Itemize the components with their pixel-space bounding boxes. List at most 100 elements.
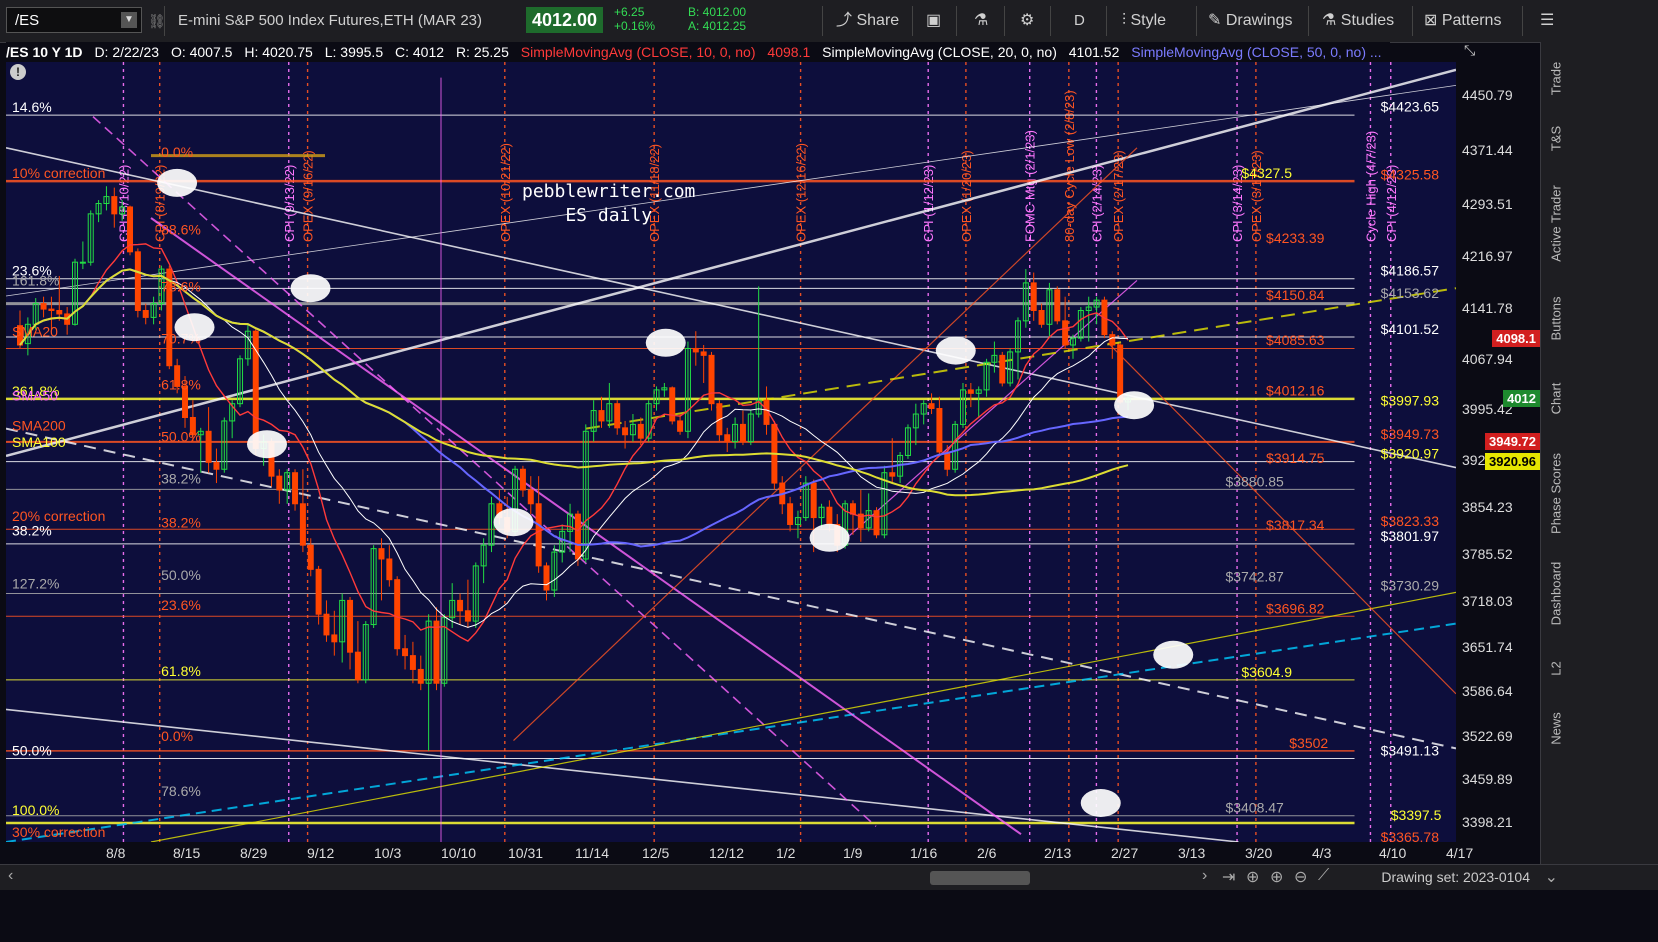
level-label-right: $4150.84 bbox=[1266, 287, 1325, 303]
chart-scrollbar[interactable] bbox=[930, 871, 1030, 885]
side-tab[interactable]: Active Trader bbox=[1541, 172, 1571, 276]
drawings-button[interactable]: ✎ Drawings bbox=[1208, 0, 1293, 42]
alert-icon[interactable]: ! bbox=[10, 64, 26, 80]
date-tick-label: 10/3 bbox=[374, 845, 402, 861]
bar-date: D: 2/22/23 bbox=[94, 44, 160, 60]
level-label-right: $4101.52 bbox=[1381, 321, 1440, 337]
draw-line-icon[interactable]: ⟋ bbox=[1318, 867, 1329, 885]
side-tab-label: Active Trader bbox=[1548, 185, 1564, 262]
date-tick-label: 2/6 bbox=[977, 845, 997, 861]
symbol-input[interactable]: /ES ▼ bbox=[6, 7, 142, 33]
side-tab[interactable]: Chart bbox=[1541, 362, 1571, 436]
date-tick-label: 10/10 bbox=[441, 845, 477, 861]
patterns-button[interactable]: ⊠ Patterns bbox=[1424, 0, 1501, 42]
level-label-right: $4153.62 bbox=[1381, 285, 1440, 301]
level-label-right: $3502 bbox=[1289, 735, 1328, 751]
level-label-right: $4325.58 bbox=[1381, 166, 1440, 182]
chart-bottom-bar: ‹ › ⇥ ⊕ ⊕ ⊖ ⟋ Drawing set: 2023-0104 ⌄ bbox=[0, 864, 1658, 891]
zoom-in-icon[interactable]: ⊕ bbox=[1270, 867, 1283, 887]
fib-label: 61.8% bbox=[161, 663, 201, 679]
candle-body bbox=[307, 544, 314, 570]
date-tick-label: 12/12 bbox=[709, 845, 745, 861]
chevron-left-icon[interactable]: ‹ bbox=[8, 867, 13, 885]
candle-body bbox=[394, 579, 401, 650]
price-chart: CPI (8/10/22) CPI (8/19/22) CPI (9/13/22) O… bbox=[6, 62, 1456, 842]
watermark-site: pebblewriter.com bbox=[522, 181, 696, 202]
level-label-right: $3997.93 bbox=[1381, 393, 1440, 409]
candle-body bbox=[692, 347, 699, 353]
candle-body bbox=[205, 430, 212, 463]
footer-blank bbox=[0, 890, 1658, 942]
chart-watermark: pebblewriter.com ES daily bbox=[522, 180, 695, 228]
event-label: OPEX (9/16/22) bbox=[301, 150, 316, 242]
gear-icon[interactable]: ⚙ bbox=[1020, 0, 1034, 42]
date-tick-label: 1/2 bbox=[776, 845, 796, 861]
candle-body bbox=[79, 261, 86, 264]
expand-icon[interactable]: ⤡ bbox=[1464, 42, 1475, 59]
chevron-down-icon[interactable]: ▼ bbox=[121, 12, 137, 28]
candle-body bbox=[849, 503, 856, 515]
side-tab[interactable]: T&S bbox=[1541, 112, 1571, 166]
fib-label: 38.2% bbox=[161, 515, 201, 531]
time-axis[interactable]: 8/8 8/15 8/29 9/12 10/3 10/10 10/31 11/14 12/5 12… bbox=[6, 842, 1540, 864]
candle-body bbox=[292, 472, 299, 505]
period-button[interactable]: D bbox=[1074, 0, 1085, 42]
date-tick-label: 3/13 bbox=[1178, 845, 1206, 861]
share-icon: ⤴ bbox=[836, 12, 853, 29]
patterns-label: Patterns bbox=[1441, 12, 1502, 29]
level-label-right: $3730.29 bbox=[1381, 577, 1440, 593]
candle-body bbox=[111, 196, 118, 215]
sma10-legend[interactable]: SimpleMovingAvg (CLOSE, 10, 0, no) bbox=[521, 44, 756, 60]
price-axis[interactable]: 4450.79 4371.44 4293.51 4216.97 4141.78 4067.… bbox=[1456, 62, 1540, 842]
chart-plot-area[interactable]: CPI (8/10/22) CPI (8/19/22) CPI (9/13/22) O… bbox=[6, 62, 1456, 842]
chevron-down-icon[interactable]: ⌄ bbox=[1545, 867, 1558, 887]
level-label-left: SMA100 bbox=[12, 434, 66, 450]
toolbar-divider bbox=[1004, 6, 1005, 36]
date-tick-label: 1/16 bbox=[910, 845, 938, 861]
date-tick-label: 2/27 bbox=[1111, 845, 1139, 861]
toolbar-divider bbox=[1106, 6, 1107, 36]
fib-label: 50.0% bbox=[161, 428, 201, 444]
instrument-title: E-mini S&P 500 Index Futures,ETH (MAR 23… bbox=[178, 12, 482, 29]
sma20-value: 4101.52 bbox=[1068, 44, 1120, 60]
candle-body bbox=[598, 410, 605, 422]
candle-style-icon: ⫶ bbox=[1122, 12, 1127, 29]
event-label: CPI (2/14/23) bbox=[1089, 165, 1104, 242]
candle-body bbox=[1030, 282, 1037, 311]
level-label-right: $3949.73 bbox=[1381, 426, 1440, 442]
price-tick-label: 4371.44 bbox=[1462, 141, 1513, 158]
sma20-legend[interactable]: SimpleMovingAvg (CLOSE, 20, 0, no) bbox=[822, 44, 1057, 60]
sma10-value: 4098.1 bbox=[767, 44, 811, 60]
snapshot-icon[interactable]: ▣ bbox=[926, 0, 941, 42]
zoom-out-icon[interactable]: ⊖ bbox=[1294, 867, 1307, 887]
price-change: +6.25 +0.16% bbox=[614, 5, 655, 33]
sma50-legend[interactable]: SimpleMovingAvg (CLOSE, 50, 0, no) ... bbox=[1131, 44, 1381, 60]
candle-body bbox=[873, 510, 880, 536]
top-toolbar: /ES ▼ ⛓ E-mini S&P 500 Index Futures,ETH… bbox=[0, 0, 1658, 43]
level-label-right: $3365.78 bbox=[1381, 829, 1440, 842]
price-tick-label: 3398.21 bbox=[1462, 813, 1513, 830]
pan-right-icon[interactable]: ⇥ bbox=[1222, 867, 1235, 887]
side-tab[interactable]: News bbox=[1541, 702, 1571, 756]
price-tick-label: 4067.94 bbox=[1462, 351, 1513, 368]
level-label-right: $3491.13 bbox=[1381, 742, 1440, 758]
chevron-right-icon[interactable]: › bbox=[1202, 867, 1207, 885]
drawing-set-label[interactable]: Drawing set: 2023-0104 bbox=[1381, 869, 1530, 885]
toolbar-divider bbox=[1196, 6, 1197, 36]
candle-body bbox=[708, 354, 715, 405]
level-label-right: $3397.5 bbox=[1391, 807, 1442, 823]
price-tick-label: 3718.03 bbox=[1462, 592, 1513, 609]
event-label: CPI (1/12/23) bbox=[921, 165, 936, 242]
share-button[interactable]: ⤴ Share bbox=[836, 0, 899, 42]
side-tab[interactable]: Phase Scores bbox=[1541, 442, 1571, 546]
percent-change: +0.16% bbox=[614, 19, 656, 33]
flask-icon[interactable]: ⚗ bbox=[974, 0, 988, 42]
level-label-left: 38.2% bbox=[12, 522, 52, 538]
net-change: +6.25 bbox=[614, 5, 645, 19]
studies-button[interactable]: ⚗ Studies bbox=[1322, 0, 1394, 42]
crosshair-icon[interactable]: ⊕ bbox=[1246, 867, 1259, 887]
candle-body bbox=[142, 309, 149, 318]
date-tick-label: 4/3 bbox=[1312, 845, 1332, 861]
style-button[interactable]: ⫶ Style bbox=[1122, 0, 1166, 42]
event-label: OPEX (2/17/23) bbox=[1111, 150, 1126, 242]
